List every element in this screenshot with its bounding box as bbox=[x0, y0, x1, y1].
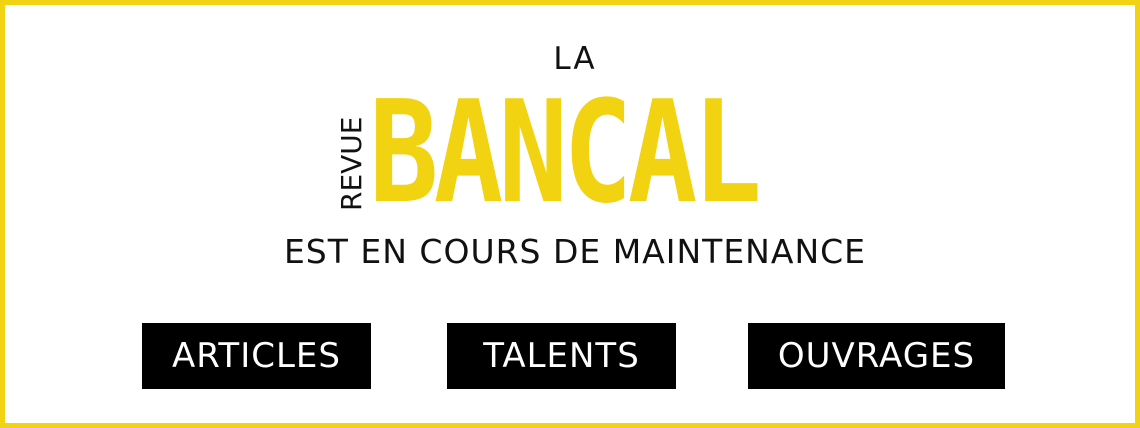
logo-revue-text: REVUE bbox=[335, 117, 368, 212]
page-frame: LA REVUE BANCAL EST EN COURS DE MAINTENA… bbox=[0, 0, 1140, 428]
articles-button[interactable]: ARTICLES bbox=[142, 323, 371, 389]
ouvrages-button[interactable]: OUVRAGES bbox=[748, 323, 1005, 389]
logo-revue-vertical: REVUE bbox=[329, 103, 369, 213]
talents-button[interactable]: TALENTS bbox=[447, 323, 676, 389]
logo-bancal: BANCAL bbox=[369, 71, 762, 235]
maintenance-message: EST EN COURS DE MAINTENANCE bbox=[283, 232, 867, 271]
